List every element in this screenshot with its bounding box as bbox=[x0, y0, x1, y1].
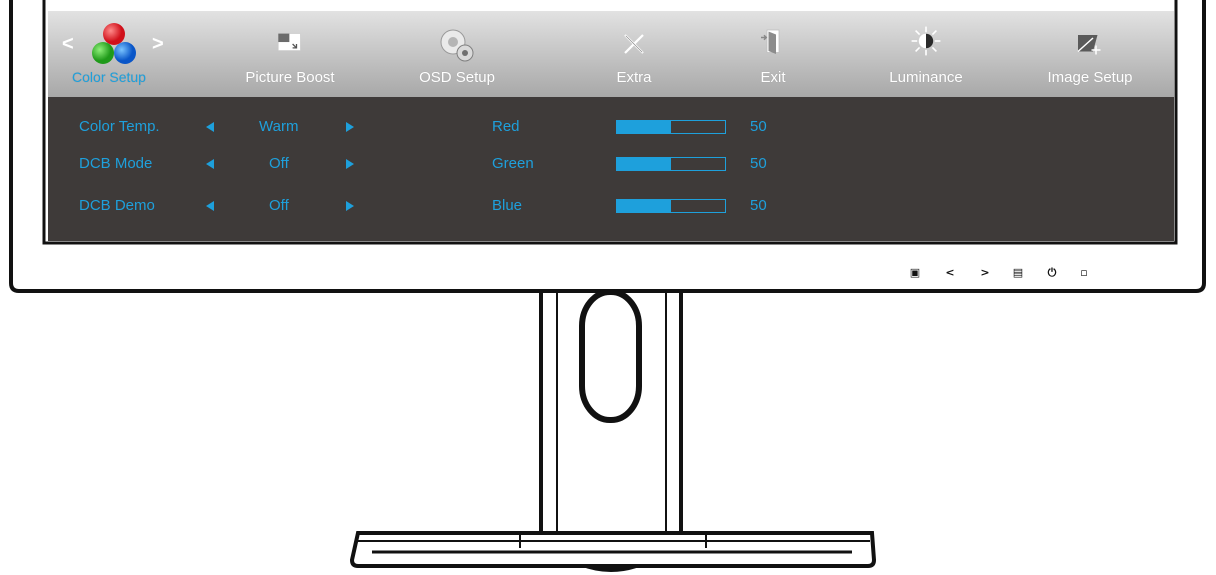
increase-arrow-icon[interactable] bbox=[346, 159, 354, 169]
picture-boost-icon bbox=[277, 33, 301, 51]
left-key-icon[interactable]: < bbox=[943, 266, 957, 280]
menu-item-label: Exit bbox=[760, 69, 786, 86]
rgb-balls-icon bbox=[92, 23, 136, 64]
stand-cable-hole bbox=[579, 289, 642, 423]
osd-gear-icon bbox=[440, 29, 474, 62]
setting-label-blue: Blue bbox=[492, 197, 523, 214]
setting-label-green: Green bbox=[492, 155, 534, 172]
menu-item-label: Extra bbox=[616, 69, 652, 86]
red-level-fill bbox=[617, 121, 671, 133]
menu-item-label: Color Setup bbox=[72, 69, 146, 85]
setting-label-dcb-mode: DCB Mode bbox=[79, 155, 153, 172]
menu-item-image-setup[interactable]: Image Setup bbox=[1038, 11, 1142, 97]
setting-value-dcb-demo[interactable]: Off bbox=[269, 197, 289, 214]
menu-item-luminance[interactable]: Luminance bbox=[876, 11, 976, 97]
tools-icon bbox=[624, 34, 644, 54]
blue-level-slider[interactable] bbox=[616, 199, 726, 213]
sun-icon bbox=[911, 26, 941, 56]
stand-base bbox=[349, 531, 877, 568]
setting-label-dcb-demo: DCB Demo bbox=[79, 197, 155, 214]
setting-label-red: Red bbox=[492, 118, 520, 135]
decrease-arrow-icon[interactable] bbox=[206, 159, 214, 169]
setting-value-color-temp[interactable]: Warm bbox=[259, 118, 298, 135]
nav-prev-icon[interactable]: < bbox=[62, 33, 74, 56]
osd-panel: < > Color Setup Picture Boost OSD Setup … bbox=[48, 11, 1174, 241]
setting-value-green: 50 bbox=[750, 155, 767, 172]
nav-next-icon[interactable]: > bbox=[152, 33, 164, 56]
menu-item-osd-setup[interactable]: OSD Setup bbox=[412, 11, 502, 97]
power-icon[interactable]: ⏻ bbox=[1045, 266, 1059, 280]
source-icon[interactable]: ▣ bbox=[908, 266, 922, 280]
decrease-arrow-icon[interactable] bbox=[206, 201, 214, 211]
menu-item-picture-boost[interactable]: Picture Boost bbox=[230, 11, 350, 97]
setting-label-color-temp: Color Temp. bbox=[79, 118, 160, 135]
red-level-slider[interactable] bbox=[616, 120, 726, 134]
osd-settings-panel: Color Temp. Warm DCB Mode Off DCB Demo O… bbox=[48, 97, 1174, 241]
power-led-icon: ▫ bbox=[1080, 266, 1088, 279]
increase-arrow-icon[interactable] bbox=[346, 122, 354, 132]
exit-door-icon bbox=[761, 29, 780, 54]
menu-item-label: Image Setup bbox=[1047, 69, 1133, 86]
menu-item-label: Luminance bbox=[889, 69, 963, 86]
increase-arrow-icon[interactable] bbox=[346, 201, 354, 211]
right-key-icon[interactable]: > bbox=[978, 266, 992, 280]
green-level-slider[interactable] bbox=[616, 157, 726, 171]
green-level-fill bbox=[617, 158, 671, 170]
menu-item-exit[interactable]: Exit bbox=[743, 11, 803, 97]
menu-item-label: Picture Boost bbox=[245, 69, 335, 86]
setting-value-red: 50 bbox=[750, 118, 767, 135]
osd-menu-bar: < > Color Setup Picture Boost OSD Setup … bbox=[48, 11, 1174, 97]
blue-level-fill bbox=[617, 200, 671, 212]
menu-item-color-setup[interactable]: < > Color Setup bbox=[48, 11, 180, 97]
setting-value-blue: 50 bbox=[750, 197, 767, 214]
menu-item-extra[interactable]: Extra bbox=[594, 11, 674, 97]
menu-key-icon[interactable]: ▤ bbox=[1011, 266, 1025, 280]
menu-item-label: OSD Setup bbox=[419, 69, 495, 86]
image-setup-icon bbox=[1077, 35, 1101, 55]
decrease-arrow-icon[interactable] bbox=[206, 122, 214, 132]
setting-value-dcb-mode[interactable]: Off bbox=[269, 155, 289, 172]
